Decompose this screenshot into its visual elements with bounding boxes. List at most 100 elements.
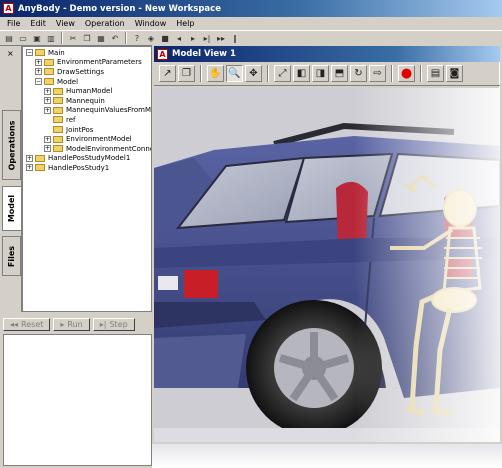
tree-item[interactable]: + DrawSettings <box>23 67 151 77</box>
tree-item[interactable]: + HandlePosStudyModel1 <box>23 154 151 164</box>
tree-item-label: Mannequin <box>66 96 105 105</box>
toolbar-separator <box>267 65 269 82</box>
tree-item-label: MannequinValuesFromModel <box>66 106 152 115</box>
reset-button[interactable]: ◂◂ Reset <box>3 317 51 331</box>
view-side-icon[interactable]: ◨ <box>312 65 329 82</box>
run-label: Run <box>67 319 83 329</box>
tree-item-label: Main <box>48 48 65 57</box>
folder-icon <box>53 135 63 143</box>
cut-icon[interactable]: ✂ <box>67 32 79 44</box>
new-file-icon[interactable]: ▤ <box>3 32 15 44</box>
folder-icon <box>53 145 63 153</box>
tree-item[interactable]: + MannequinValuesFromModel <box>23 106 151 116</box>
step-back-icon[interactable]: ◂ <box>173 32 185 44</box>
tree-item[interactable]: JointPos <box>23 125 151 135</box>
folder-icon <box>53 87 63 95</box>
tab-operations[interactable]: Operations <box>2 110 21 180</box>
tab-files-label: Files <box>7 245 17 267</box>
menu-edit[interactable]: Edit <box>25 19 51 28</box>
tree-item[interactable]: + Mannequin <box>23 96 151 106</box>
tree-item[interactable]: + HumanModel <box>23 86 151 96</box>
model-tree[interactable]: − Main + EnvironmentParameters + DrawSettings… <box>22 46 152 312</box>
model-view-titlebar: A Model View 1 <box>154 46 500 62</box>
step-icon[interactable]: ▸| <box>201 32 213 44</box>
collapse-icon[interactable]: − <box>26 49 33 57</box>
tab-model[interactable]: Model <box>2 186 21 231</box>
help-icon[interactable]: ? <box>131 32 143 44</box>
copy-icon[interactable]: ❐ <box>81 32 93 44</box>
expand-icon[interactable]: + <box>44 145 51 153</box>
folder-icon <box>44 58 54 66</box>
expand-icon[interactable]: + <box>26 154 33 162</box>
run-icon: ▸ <box>60 319 65 329</box>
toolbar-separator <box>391 65 393 82</box>
step-button[interactable]: ▸| Step <box>92 317 135 331</box>
expand-icon[interactable]: + <box>35 68 42 76</box>
select-icon[interactable]: ↗ <box>159 65 176 82</box>
tree-item[interactable]: − Model <box>23 77 151 87</box>
view-rotate-icon[interactable]: ↻ <box>350 65 367 82</box>
tree-item-label: DrawSettings <box>57 67 104 76</box>
paste-icon[interactable]: ▦ <box>95 32 107 44</box>
record-icon[interactable]: ● <box>398 65 415 82</box>
tree-item[interactable]: ref <box>23 115 151 125</box>
step-icon: ▸| <box>99 319 107 329</box>
view-next-icon[interactable]: ⇨ <box>369 65 386 82</box>
zoom-fit-icon[interactable]: ⤢ <box>274 65 291 82</box>
pause-icon[interactable]: ‖ <box>229 32 241 44</box>
reset-icon: ◂◂ <box>10 319 19 329</box>
output-pane[interactable] <box>3 334 152 466</box>
pan-hand-icon[interactable]: ✋ <box>207 65 224 82</box>
camera-icon[interactable]: ◙ <box>446 65 463 82</box>
menu-file[interactable]: File <box>2 19 25 28</box>
open-folder-icon[interactable]: ▭ <box>17 32 29 44</box>
model-view-toolbar: ↗ ❐ ✋ 🔍 ✥ ⤢ ◧ ◨ ⬒ ↻ ⇨ ● ▤ ◙ <box>154 62 500 86</box>
expand-icon[interactable]: + <box>44 87 51 95</box>
tab-operations-label: Operations <box>7 120 17 170</box>
tree-item[interactable]: + ModelEnvironmentConnection <box>23 144 151 154</box>
print-icon[interactable]: ▥ <box>45 32 57 44</box>
expand-icon[interactable]: + <box>35 58 42 66</box>
expand-icon[interactable]: + <box>26 164 33 172</box>
menu-bar: File Edit View Operation Window Help <box>0 17 502 30</box>
tree-item-label: EnvironmentModel <box>66 135 132 144</box>
undo-icon[interactable]: ↶ <box>109 32 121 44</box>
expand-icon[interactable]: + <box>44 106 51 114</box>
folder-icon <box>35 164 45 172</box>
view-front-icon[interactable]: ◧ <box>293 65 310 82</box>
window-bottom-fade <box>152 444 502 468</box>
save-icon[interactable]: ▣ <box>31 32 43 44</box>
tree-item[interactable]: + HandlePosStudy1 <box>23 163 151 173</box>
play-icon[interactable]: ▸ <box>187 32 199 44</box>
collapse-icon[interactable]: − <box>35 78 42 86</box>
expand-icon[interactable]: + <box>44 135 51 143</box>
menu-operation[interactable]: Operation <box>80 19 130 28</box>
tree-item[interactable]: − Main <box>23 48 151 58</box>
film-icon[interactable]: ▤ <box>427 65 444 82</box>
expand-icon[interactable]: + <box>44 97 51 105</box>
menu-view[interactable]: View <box>51 19 80 28</box>
load-icon[interactable]: ◈ <box>145 32 157 44</box>
zoom-icon[interactable]: 🔍 <box>226 65 243 82</box>
tab-files[interactable]: Files <box>2 236 21 276</box>
anybody-logo-icon: A <box>3 3 14 14</box>
view-top-icon[interactable]: ⬒ <box>331 65 348 82</box>
tree-item-label: Model <box>57 77 79 86</box>
end-icon[interactable]: ▸▸ <box>215 32 227 44</box>
copy-view-icon[interactable]: ❐ <box>178 65 195 82</box>
menu-window[interactable]: Window <box>130 19 172 28</box>
app-titlebar: A AnyBody - Demo version - New Workspace <box>0 0 502 17</box>
model-view-3d-scene[interactable] <box>154 88 500 442</box>
tree-item-label: HandlePosStudy1 <box>48 163 110 172</box>
step-label: Step <box>109 319 128 329</box>
run-button[interactable]: ▸ Run <box>53 317 90 331</box>
tree-item[interactable]: + EnvironmentParameters <box>23 58 151 68</box>
folder-icon <box>44 68 54 76</box>
tree-item-label: ModelEnvironmentConnection <box>66 144 151 153</box>
close-panel-icon[interactable]: × <box>7 49 14 58</box>
tree-item[interactable]: + EnvironmentModel <box>23 134 151 144</box>
rotate-icon[interactable]: ✥ <box>245 65 262 82</box>
toolbar-separator <box>61 32 63 44</box>
stop-icon[interactable]: ■ <box>159 32 171 44</box>
menu-help[interactable]: Help <box>171 19 199 28</box>
